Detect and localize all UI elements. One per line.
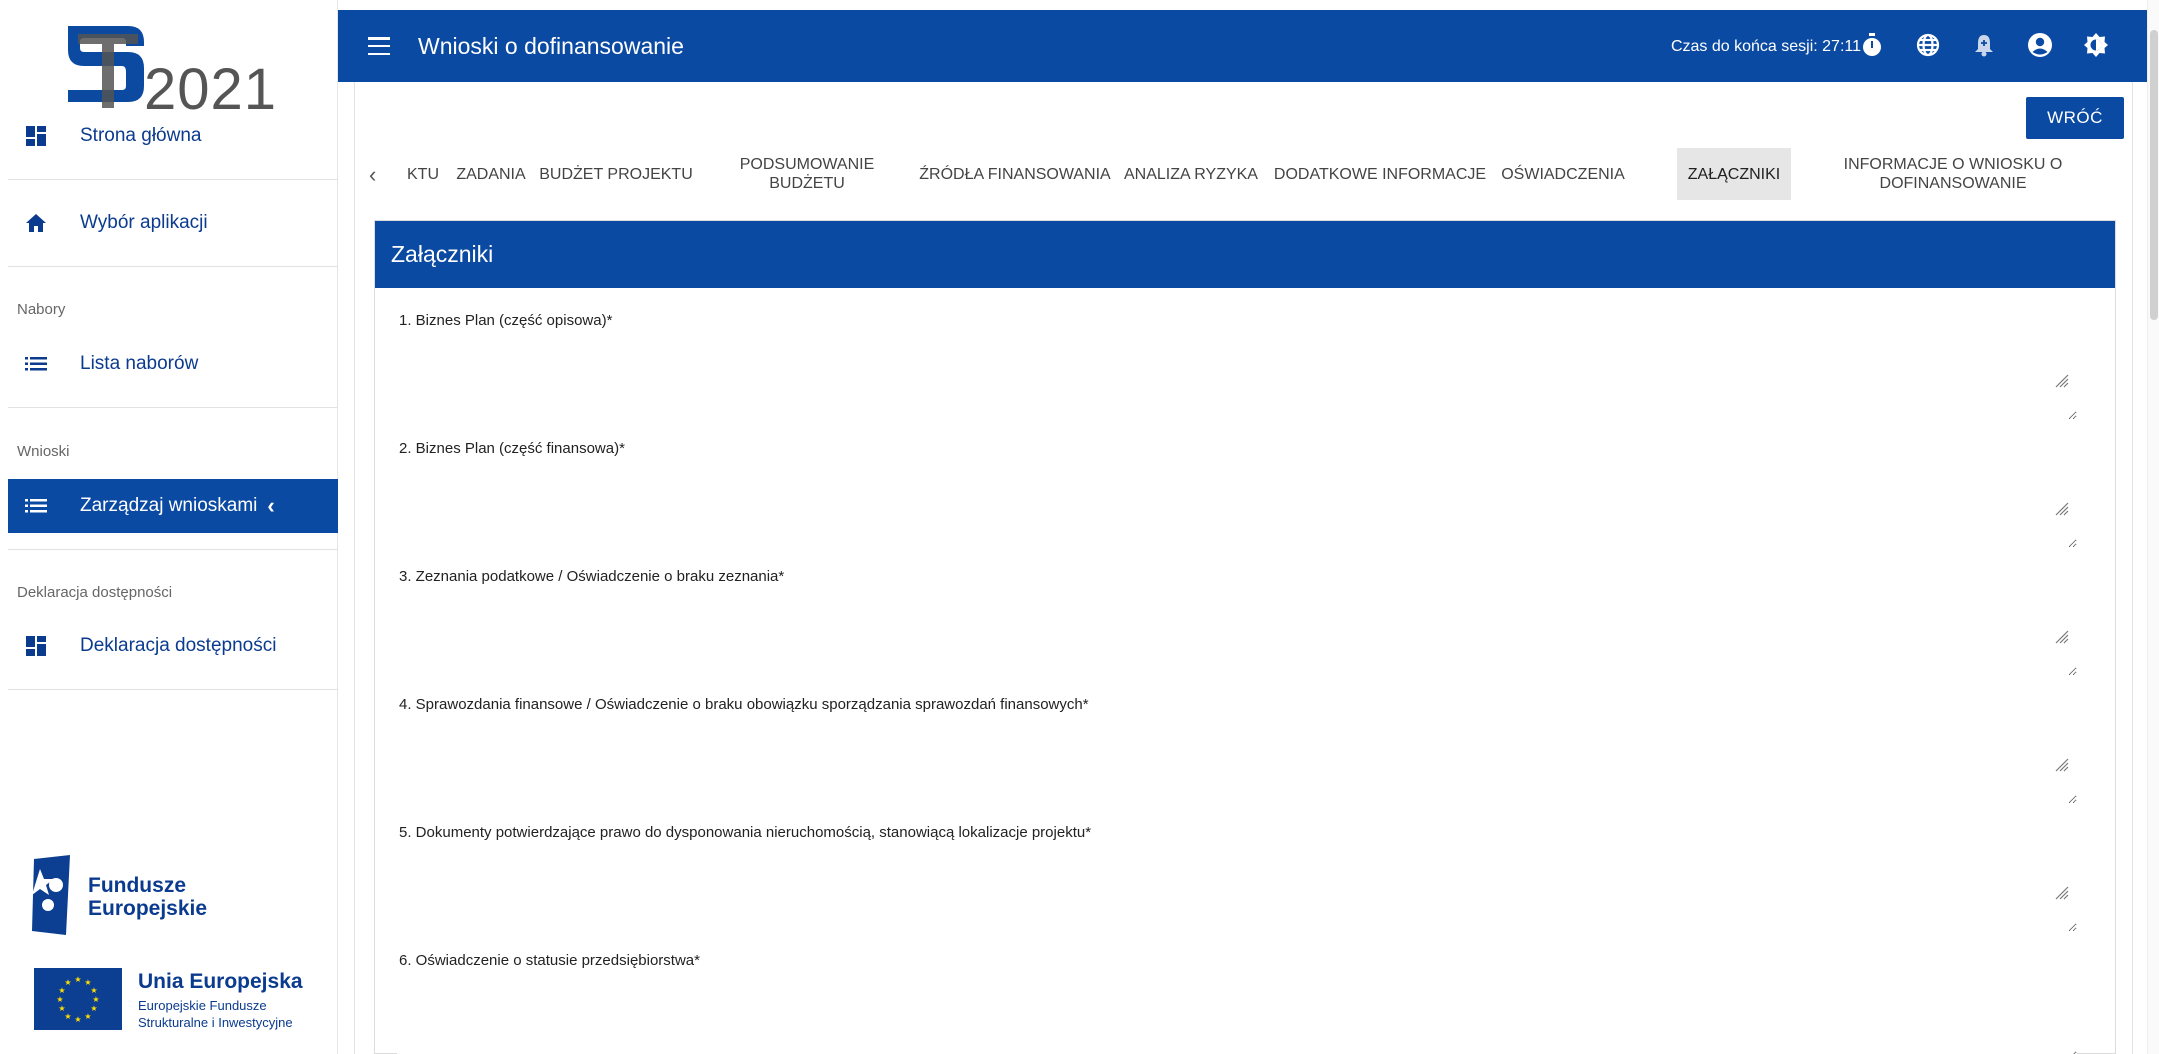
tab-zrodla-finansowania[interactable]: ŹRÓDŁA FINANSOWANIA bbox=[917, 148, 1113, 200]
sidebar-item-home[interactable]: Strona główna bbox=[8, 109, 338, 163]
sidebar-item-apps[interactable]: Wybór aplikacji bbox=[8, 196, 338, 250]
field-label: 5. Dokumenty potwierdzające prawo do dys… bbox=[399, 824, 1092, 841]
tab-oswiadczenia[interactable]: OŚWIADCZENIA bbox=[1495, 148, 1631, 200]
eu-flag-logo: ★ ★ ★ ★ ★ ★ ★ ★ ★ ★ ★ ★ bbox=[34, 968, 122, 1030]
sidebar-item-label: Wybór aplikacji bbox=[80, 212, 208, 233]
sidebar: 2021 Strona główna Wybór aplikacji Nabor… bbox=[0, 0, 338, 1054]
attachment-textarea-6[interactable] bbox=[397, 978, 2077, 1054]
app-title: Wnioski o dofinansowanie bbox=[418, 32, 684, 59]
resize-handle-icon[interactable] bbox=[2055, 374, 2069, 388]
app-logo: 2021 bbox=[58, 16, 276, 122]
chevron-left-icon: ‹ bbox=[267, 493, 275, 518]
brightness-icon[interactable] bbox=[2081, 30, 2111, 60]
svg-text:★: ★ bbox=[90, 986, 97, 995]
tab-budzet-projektu[interactable]: BUDŻET PROJEKTU bbox=[535, 148, 697, 200]
list-icon bbox=[20, 499, 52, 513]
attachment-field-1: 1. Biznes Plan (część opisowa)* bbox=[375, 312, 2117, 440]
section-label-wnioski: Wnioski bbox=[17, 443, 70, 460]
fundusze-europejskie-text: Fundusze Europejskie bbox=[88, 874, 208, 920]
attachment-field-6: 6. Oświadczenie o statusie przedsiębiors… bbox=[375, 952, 2117, 1054]
sidebar-item-label: Zarządzaj wnioskami bbox=[80, 495, 258, 516]
svg-text:★: ★ bbox=[58, 986, 65, 995]
tab-projekt[interactable]: KTU bbox=[399, 148, 447, 200]
svg-text:★: ★ bbox=[74, 1015, 81, 1024]
page-scrollbar[interactable] bbox=[2147, 0, 2159, 1054]
svg-text:★: ★ bbox=[56, 995, 63, 1004]
user-account-icon[interactable] bbox=[2025, 30, 2055, 60]
app-window: 2021 Strona główna Wybór aplikacji Nabor… bbox=[0, 0, 2159, 1054]
back-button[interactable]: WRÓĆ bbox=[2026, 97, 2124, 139]
session-timer-text: Czas do końca sesji: 27:11 bbox=[1670, 38, 1861, 55]
eu-title: Unia Europejska bbox=[138, 970, 303, 993]
svg-text:★: ★ bbox=[74, 975, 81, 984]
top-icons bbox=[1857, 30, 2111, 60]
dashboard-icon bbox=[20, 126, 52, 146]
sidebar-item-label: Strona główna bbox=[80, 125, 202, 146]
tabs-scroll-left-icon[interactable]: ‹ bbox=[369, 162, 376, 188]
stopwatch-icon[interactable] bbox=[1857, 30, 1887, 60]
attachment-textarea-2[interactable] bbox=[397, 466, 2077, 548]
field-label: 1. Biznes Plan (część opisowa)* bbox=[399, 312, 613, 329]
attachment-textarea-1[interactable] bbox=[397, 338, 2077, 420]
attachment-field-4: 4. Sprawozdania finansowe / Oświadczenie… bbox=[375, 696, 2117, 824]
section-label-nabory: Nabory bbox=[17, 301, 66, 318]
attachment-field-2: 2. Biznes Plan (część finansowa)* bbox=[375, 440, 2117, 568]
svg-text:★: ★ bbox=[58, 1004, 65, 1013]
divider bbox=[8, 407, 338, 408]
attachment-textarea-4[interactable] bbox=[397, 722, 2077, 804]
notifications-icon[interactable] bbox=[1969, 30, 1999, 60]
svg-text:★: ★ bbox=[64, 1012, 71, 1021]
section-label-deklaracja: Deklaracja dostępności bbox=[17, 584, 173, 601]
dashboard-icon bbox=[20, 636, 52, 656]
scrollbar-thumb[interactable] bbox=[2150, 30, 2158, 320]
attachment-field-5: 5. Dokumenty potwierdzające prawo do dys… bbox=[375, 824, 2117, 952]
sidebar-item-wnioski[interactable]: Zarządzaj wnioskami ‹ bbox=[8, 479, 338, 533]
attachment-field-3: 3. Zeznania podatkowe / Oświadczenie o b… bbox=[375, 568, 2117, 696]
svg-text:★: ★ bbox=[84, 1012, 91, 1021]
tab-bar: ‹ KTU ZADANIA BUDŻET PROJEKTU PODSUMOWAN… bbox=[355, 148, 2134, 200]
panel-title: Załączniki bbox=[375, 221, 2115, 288]
tab-zalaczniki[interactable]: ZAŁĄCZNIKI bbox=[1677, 148, 1791, 200]
divider bbox=[8, 179, 338, 180]
resize-handle-icon[interactable] bbox=[2055, 630, 2069, 644]
sidebar-item-label: Lista naborów bbox=[80, 353, 199, 374]
resize-handle-icon[interactable] bbox=[2055, 502, 2069, 516]
globe-icon[interactable] bbox=[1913, 30, 1943, 60]
sidebar-item-deklaracja[interactable]: Deklaracja dostępności bbox=[8, 619, 338, 673]
divider bbox=[8, 549, 338, 550]
svg-text:★: ★ bbox=[64, 978, 71, 987]
field-label: 2. Biznes Plan (część finansowa)* bbox=[399, 440, 625, 457]
tab-zadania[interactable]: ZADANIA bbox=[451, 148, 531, 200]
attachment-textarea-5[interactable] bbox=[397, 850, 2077, 932]
top-bar: Wnioski o dofinansowanie Czas do końca s… bbox=[338, 10, 2147, 82]
list-icon bbox=[20, 357, 52, 371]
sidebar-item-label: Deklaracja dostępności bbox=[80, 635, 277, 656]
field-label: 6. Oświadczenie o statusie przedsiębiors… bbox=[399, 952, 700, 969]
attachment-textarea-3[interactable] bbox=[397, 594, 2077, 676]
field-label: 4. Sprawozdania finansowe / Oświadczenie… bbox=[399, 696, 1089, 713]
menu-icon[interactable] bbox=[368, 37, 390, 55]
tab-analiza-ryzyka[interactable]: ANALIZA RYZYKA bbox=[1117, 148, 1265, 200]
eu-subtitle: Europejskie Fundusze Strukturalne i Inwe… bbox=[138, 998, 293, 1030]
sidebar-item-nabory[interactable]: Lista naborów bbox=[8, 337, 338, 391]
tab-dodatkowe-informacje[interactable]: DODATKOWE INFORMACJE bbox=[1269, 148, 1491, 200]
svg-text:★: ★ bbox=[92, 995, 99, 1004]
home-icon bbox=[20, 214, 52, 232]
tab-podsumowanie-budzetu[interactable]: PODSUMOWANIE BUDŻETU bbox=[701, 148, 913, 200]
resize-handle-icon[interactable] bbox=[2055, 758, 2069, 772]
divider bbox=[8, 266, 338, 267]
fundusze-europejskie-logo bbox=[32, 855, 70, 935]
field-label: 3. Zeznania podatkowe / Oświadczenie o b… bbox=[399, 568, 785, 585]
attachments-panel: Załączniki 1. Biznes Plan (część opisowa… bbox=[374, 220, 2116, 1054]
tab-informacje-o-wniosku[interactable]: INFORMACJE O WNIOSKU O DOFINANSOWANIE bbox=[1801, 148, 2105, 200]
divider bbox=[8, 689, 338, 690]
resize-handle-icon[interactable] bbox=[2055, 886, 2069, 900]
main-content: WRÓĆ ‹ KTU ZADANIA BUDŻET PROJEKTU PODSU… bbox=[354, 82, 2133, 1054]
